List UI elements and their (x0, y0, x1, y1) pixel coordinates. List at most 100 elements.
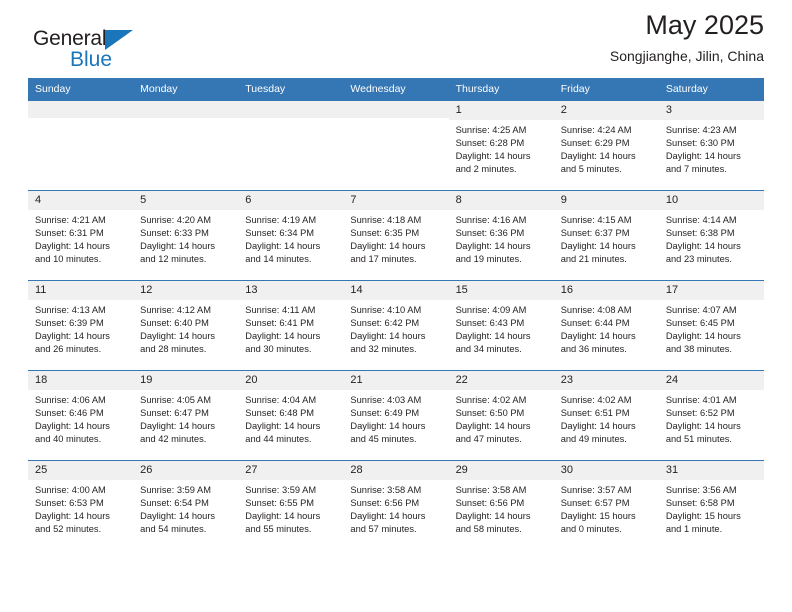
day-number: 16 (553, 281, 659, 300)
calendar-day-cell[interactable]: 17 Sunrise: 4:07 AM Sunset: 6:45 PM Dayligh… (658, 280, 764, 371)
day-sun-info: Sunrise: 4:12 AM Sunset: 6:40 PM Daylight:… (133, 300, 238, 357)
calendar-day-cell[interactable]: 20 Sunrise: 4:04 AM Sunset: 6:48 PM Dayligh… (238, 370, 344, 461)
day-number: 10 (658, 191, 764, 210)
calendar-day-cell[interactable]: 29 Sunrise: 3:58 AM Sunset: 6:56 PM Dayligh… (448, 460, 554, 551)
sunset-text: Sunset: 6:43 PM (455, 317, 525, 328)
daylight-text-line1: Daylight: 14 hours (560, 241, 636, 252)
day-number: 28 (343, 461, 449, 480)
logo-triangle-icon (105, 30, 133, 50)
sunrise-text: Sunrise: 3:56 AM (665, 484, 737, 495)
daylight-text-line2: and 38 minutes. (665, 344, 732, 355)
calendar-day-cell[interactable]: 7 Sunrise: 4:18 AM Sunset: 6:35 PM Daylight… (343, 190, 449, 281)
sunrise-text: Sunrise: 4:06 AM (35, 394, 106, 405)
calendar-day-cell[interactable]: 1 Sunrise: 4:25 AM Sunset: 6:28 PM Daylight… (448, 100, 554, 191)
day-number: 8 (448, 191, 554, 210)
calendar-day-cell[interactable]: 8 Sunrise: 4:16 AM Sunset: 6:36 PM Daylight… (448, 190, 554, 281)
day-number: 13 (238, 281, 344, 300)
sunset-text: Sunset: 6:36 PM (455, 227, 525, 238)
day-number: 15 (448, 281, 554, 300)
calendar-day-cell[interactable]: 2 Sunrise: 4:24 AM Sunset: 6:29 PM Daylight… (553, 100, 659, 191)
calendar-day-cell[interactable]: 23 Sunrise: 4:02 AM Sunset: 6:51 PM Dayligh… (553, 370, 659, 461)
sunset-text: Sunset: 6:38 PM (665, 227, 735, 238)
calendar-day-cell[interactable]: 15 Sunrise: 4:09 AM Sunset: 6:43 PM Dayligh… (448, 280, 554, 371)
daylight-text-line1: Daylight: 14 hours (350, 331, 426, 342)
calendar-day-cell[interactable]: 9 Sunrise: 4:15 AM Sunset: 6:37 PM Daylight… (553, 190, 659, 281)
sunrise-text: Sunrise: 4:21 AM (35, 214, 106, 225)
daylight-text-line2: and 1 minute. (665, 524, 723, 535)
sunrise-text: Sunrise: 4:25 AM (455, 124, 527, 135)
daylight-text-line1: Daylight: 15 hours (560, 511, 636, 522)
day-sun-info: Sunrise: 4:11 AM Sunset: 6:41 PM Daylight:… (238, 300, 343, 357)
day-sun-info: Sunrise: 3:57 AM Sunset: 6:57 PM Daylight:… (554, 480, 659, 537)
daylight-text-line1: Daylight: 14 hours (140, 511, 216, 522)
calendar-day-cell[interactable]: 30 Sunrise: 3:57 AM Sunset: 6:57 PM Dayligh… (553, 460, 659, 551)
day-sun-info: Sunrise: 4:04 AM Sunset: 6:48 PM Daylight:… (238, 390, 343, 447)
daylight-text-line1: Daylight: 14 hours (350, 241, 426, 252)
calendar-day-cell[interactable]: 24 Sunrise: 4:01 AM Sunset: 6:52 PM Dayligh… (658, 370, 764, 461)
daylight-text-line2: and 34 minutes. (455, 344, 522, 355)
day-number: 1 (448, 101, 554, 120)
day-number: 26 (133, 461, 239, 480)
calendar-day-cell[interactable]: 25 Sunrise: 4:00 AM Sunset: 6:53 PM Dayligh… (28, 460, 134, 551)
calendar-day-cell[interactable]: 21 Sunrise: 4:03 AM Sunset: 6:49 PM Dayligh… (343, 370, 449, 461)
weekday-header-wednesday: Wednesday (343, 78, 449, 101)
sunrise-text: Sunrise: 4:02 AM (560, 394, 632, 405)
sunrise-text: Sunrise: 4:12 AM (140, 304, 211, 315)
day-number: 18 (28, 371, 134, 390)
day-sun-info: Sunrise: 4:00 AM Sunset: 6:53 PM Daylight:… (28, 480, 133, 537)
calendar-day-cell[interactable]: 19 Sunrise: 4:05 AM Sunset: 6:47 PM Dayligh… (133, 370, 239, 461)
sunrise-text: Sunrise: 3:57 AM (560, 484, 632, 495)
calendar-day-cell[interactable]: 6 Sunrise: 4:19 AM Sunset: 6:34 PM Daylight… (238, 190, 344, 281)
sunrise-text: Sunrise: 4:20 AM (140, 214, 211, 225)
day-number: 22 (448, 371, 554, 390)
day-sun-info: Sunrise: 4:07 AM Sunset: 6:45 PM Daylight:… (659, 300, 764, 357)
daylight-text-line2: and 52 minutes. (35, 524, 102, 535)
day-number: 25 (28, 461, 134, 480)
calendar-day-cell[interactable]: 12 Sunrise: 4:12 AM Sunset: 6:40 PM Dayligh… (133, 280, 239, 371)
day-sun-info: Sunrise: 4:16 AM Sunset: 6:36 PM Daylight:… (449, 210, 554, 267)
daylight-text-line1: Daylight: 15 hours (665, 511, 741, 522)
daylight-text-line2: and 49 minutes. (560, 434, 627, 445)
daylight-text-line2: and 30 minutes. (245, 344, 312, 355)
daylight-text-line2: and 7 minutes. (665, 164, 727, 175)
day-number: 9 (553, 191, 659, 210)
day-number: 20 (238, 371, 344, 390)
daylight-text-line2: and 54 minutes. (140, 524, 207, 535)
calendar-day-cell[interactable]: 22 Sunrise: 4:02 AM Sunset: 6:50 PM Dayligh… (448, 370, 554, 461)
daylight-text-line2: and 55 minutes. (245, 524, 312, 535)
sunrise-text: Sunrise: 4:15 AM (560, 214, 632, 225)
sunrise-text: Sunrise: 4:23 AM (665, 124, 737, 135)
day-sun-info: Sunrise: 3:59 AM Sunset: 6:54 PM Daylight:… (133, 480, 238, 537)
calendar-day-cell[interactable]: 3 Sunrise: 4:23 AM Sunset: 6:30 PM Daylight… (658, 100, 764, 191)
day-sun-info: Sunrise: 4:05 AM Sunset: 6:47 PM Daylight:… (133, 390, 238, 447)
day-number: 19 (133, 371, 239, 390)
daylight-text-line1: Daylight: 14 hours (665, 421, 741, 432)
calendar-day-cell[interactable]: 28 Sunrise: 3:58 AM Sunset: 6:56 PM Dayligh… (343, 460, 449, 551)
calendar-day-cell[interactable]: 10 Sunrise: 4:14 AM Sunset: 6:38 PM Dayligh… (658, 190, 764, 281)
calendar-day-cell[interactable]: 18 Sunrise: 4:06 AM Sunset: 6:46 PM Dayligh… (28, 370, 134, 461)
calendar-day-cell[interactable]: 13 Sunrise: 4:11 AM Sunset: 6:41 PM Dayligh… (238, 280, 344, 371)
daylight-text-line2: and 17 minutes. (350, 254, 417, 265)
daylight-text-line1: Daylight: 14 hours (560, 151, 636, 162)
daylight-text-line1: Daylight: 14 hours (140, 331, 216, 342)
daylight-text-line1: Daylight: 14 hours (665, 241, 741, 252)
calendar-day-cell[interactable]: 27 Sunrise: 3:59 AM Sunset: 6:55 PM Dayligh… (238, 460, 344, 551)
calendar-day-cell[interactable]: 4 Sunrise: 4:21 AM Sunset: 6:31 PM Daylight… (28, 190, 134, 281)
calendar-day-cell[interactable]: 11 Sunrise: 4:13 AM Sunset: 6:39 PM Dayligh… (28, 280, 134, 371)
calendar-day-cell[interactable]: 5 Sunrise: 4:20 AM Sunset: 6:33 PM Daylight… (133, 190, 239, 281)
calendar-day-cell[interactable]: 16 Sunrise: 4:08 AM Sunset: 6:44 PM Dayligh… (553, 280, 659, 371)
calendar-day-cell[interactable]: 31 Sunrise: 3:56 AM Sunset: 6:58 PM Dayligh… (658, 460, 764, 551)
daylight-text-line2: and 40 minutes. (35, 434, 102, 445)
day-sun-info: Sunrise: 4:21 AM Sunset: 6:31 PM Daylight:… (28, 210, 133, 267)
calendar-cell-empty (238, 100, 344, 191)
daylight-text-line2: and 36 minutes. (560, 344, 627, 355)
calendar-day-cell[interactable]: 14 Sunrise: 4:10 AM Sunset: 6:42 PM Dayligh… (343, 280, 449, 371)
day-number: 12 (133, 281, 239, 300)
daylight-text-line2: and 51 minutes. (665, 434, 732, 445)
day-number: 7 (343, 191, 449, 210)
day-number: 4 (28, 191, 134, 210)
day-sun-info: Sunrise: 4:24 AM Sunset: 6:29 PM Daylight:… (554, 120, 659, 177)
sunrise-text: Sunrise: 3:59 AM (140, 484, 211, 495)
calendar-week-row: 18 Sunrise: 4:06 AM Sunset: 6:46 PM Dayligh… (28, 370, 764, 461)
calendar-day-cell[interactable]: 26 Sunrise: 3:59 AM Sunset: 6:54 PM Dayligh… (133, 460, 239, 551)
